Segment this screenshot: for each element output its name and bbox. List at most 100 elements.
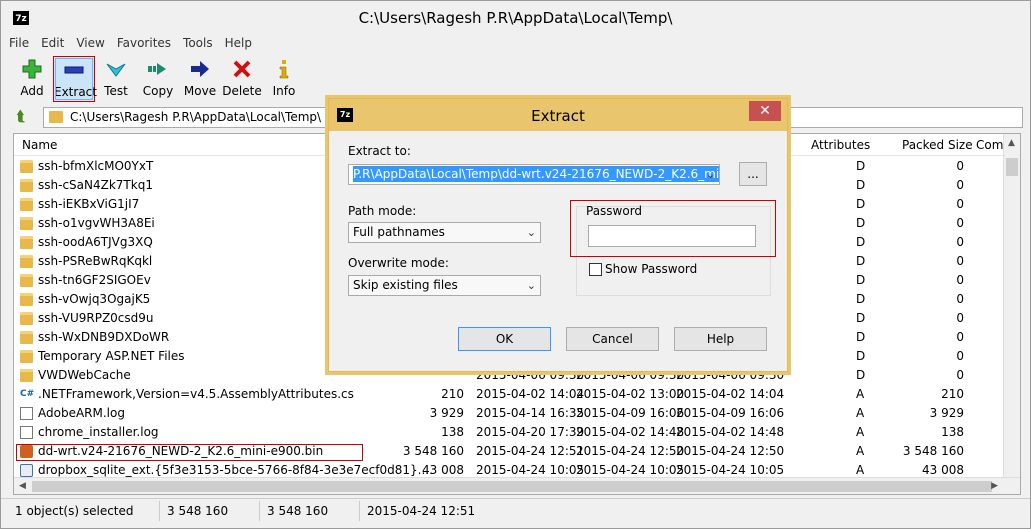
extract-button[interactable]: Extract — [53, 56, 97, 102]
file-attributes: A — [856, 387, 865, 401]
extract-to-combo[interactable]: P.R\AppData\Local\Temp\dd-wrt.v24-21676_… — [348, 164, 720, 185]
file-name: ssh-tn6GF2SIGOEv — [38, 273, 151, 287]
folder-icon — [20, 331, 33, 344]
file-attributes: D — [856, 235, 866, 249]
info-icon — [263, 56, 305, 82]
overwrite-mode-select[interactable]: Skip existing files ⌄ — [348, 275, 541, 296]
file-packed-size: 138 — [941, 425, 964, 439]
file-name: VWDWebCache — [38, 368, 131, 382]
file-created: 2015-04-09 16:06 — [576, 406, 685, 420]
file-attributes: D — [856, 292, 866, 306]
scroll-right-icon[interactable]: ▶ — [991, 481, 998, 491]
status-bar: 1 object(s) selected 3 548 160 3 548 160… — [1, 498, 1030, 522]
folder-icon — [20, 350, 33, 363]
copy-icon — [137, 56, 179, 82]
menu-help[interactable]: Help — [225, 36, 252, 54]
help-button[interactable]: Help — [674, 327, 767, 351]
browse-button[interactable]: ... — [739, 162, 767, 186]
folder-icon — [20, 255, 33, 268]
file-attributes: D — [856, 216, 866, 230]
col-attributes[interactable]: Attributes — [811, 138, 870, 152]
extract-label: Extract — [54, 85, 97, 99]
extract-to-label: Extract to: — [348, 144, 411, 158]
chevron-down-icon[interactable]: ⌄ — [527, 276, 536, 295]
test-button[interactable]: Test — [95, 56, 137, 102]
file-accessed: 2015-04-09 16:06 — [676, 406, 785, 420]
highlight-box — [16, 444, 363, 461]
status-selected: 1 object(s) selected — [15, 504, 134, 518]
path-mode-select[interactable]: Full pathnames ⌄ — [348, 222, 541, 243]
show-password-checkbox[interactable] — [589, 263, 602, 276]
folder-icon — [20, 293, 33, 306]
file-icon — [20, 464, 33, 477]
menu-file[interactable]: File — [9, 36, 29, 54]
move-label: Move — [183, 84, 217, 98]
file-name: ssh-WxDNB9DXDoWR — [38, 330, 170, 344]
folder-icon — [20, 369, 33, 382]
move-button[interactable]: Move — [179, 56, 221, 102]
dialog-title: Extract — [531, 107, 585, 125]
file-name: ssh-oodA6TJVg3XQ — [38, 235, 153, 249]
scroll-up-icon[interactable]: ▲ — [1008, 138, 1015, 148]
file-packed-size: 3 548 160 — [902, 444, 964, 458]
col-packed-size[interactable]: Packed Size — [902, 138, 973, 152]
menu-favorites[interactable]: Favorites — [117, 36, 171, 54]
extract-to-value: P.R\AppData\Local\Temp\dd-wrt.v24-21676_… — [353, 166, 719, 182]
delete-label: Delete — [222, 84, 262, 98]
file-packed-size: 0 — [956, 330, 964, 344]
overwrite-mode-label: Overwrite mode: — [348, 256, 449, 270]
chevron-down-icon[interactable]: ⌄ — [527, 223, 536, 242]
menu-tools[interactable]: Tools — [183, 36, 213, 54]
show-password-label: Show Password — [605, 262, 698, 276]
file-name: Temporary ASP.NET Files — [38, 349, 185, 363]
menu-view[interactable]: View — [76, 36, 104, 54]
file-name: ssh-VU9RPZ0csd9u — [38, 311, 154, 325]
file-name: ssh-iEKBxViG1jI7 — [38, 197, 140, 211]
table-row[interactable]: AdobeARM.log 3 929 2015-04-14 16:35 2015-04… — [14, 404, 1004, 423]
col-name[interactable]: Name — [22, 138, 57, 152]
vertical-scrollbar[interactable]: ▲ — [1003, 134, 1020, 477]
file-modified: 2015-04-02 14:04 — [476, 387, 585, 401]
ok-button[interactable]: OK — [458, 327, 551, 351]
copy-button[interactable]: Copy — [137, 56, 179, 102]
menu-bar: File Edit View Favorites Tools Help — [9, 36, 264, 54]
file-attributes: D — [856, 311, 866, 325]
close-icon[interactable]: ✕ — [749, 101, 781, 121]
status-size: 3 548 160 — [167, 504, 229, 518]
status-modified: 2015-04-24 12:51 — [367, 504, 476, 518]
table-row[interactable]: C# .NETFramework,Version=v4.5.AssemblyAtt… — [14, 385, 1004, 404]
test-icon — [95, 56, 137, 82]
table-row[interactable]: chrome_installer.log 138 2015-04-20 17:39 2… — [14, 423, 1004, 442]
file-packed-size: 0 — [956, 273, 964, 287]
file-attributes: D — [856, 349, 866, 363]
move-icon — [179, 56, 221, 82]
test-label: Test — [104, 84, 128, 98]
file-icon — [20, 426, 33, 439]
horizontal-scroll-thumb[interactable] — [32, 481, 992, 492]
file-packed-size: 0 — [956, 292, 964, 306]
cancel-button[interactable]: Cancel — [566, 327, 659, 351]
info-button[interactable]: Info — [263, 56, 305, 102]
chevron-down-icon[interactable]: ⌄ — [706, 165, 715, 184]
path-mode-value: Full pathnames — [353, 225, 445, 239]
file-name: ssh-vOwjq3OgajK5 — [38, 292, 151, 306]
file-packed-size: 0 — [956, 178, 964, 192]
file-attributes: D — [856, 330, 866, 344]
scroll-left-icon[interactable]: ◀ — [19, 481, 26, 491]
file-size: 3 929 — [429, 406, 464, 420]
delete-button[interactable]: Delete — [221, 56, 263, 102]
horizontal-scrollbar[interactable]: ◀ ▶ — [14, 477, 1020, 494]
file-attributes: A — [856, 406, 865, 420]
toolbar: Add Extract Test Copy Move Delete Info — [11, 56, 305, 104]
vertical-scroll-thumb[interactable] — [1006, 158, 1018, 176]
file-name: .NETFramework,Version=v4.5.AssemblyAttri… — [38, 387, 354, 401]
password-input[interactable] — [588, 225, 756, 247]
file-name: ssh-o1vgvWH3A8Ei — [38, 216, 155, 230]
menu-edit[interactable]: Edit — [41, 36, 64, 54]
password-label: Password — [586, 204, 643, 218]
file-attributes: D — [856, 197, 866, 211]
add-button[interactable]: Add — [11, 56, 53, 102]
up-folder-icon[interactable]: ⮬ — [17, 109, 33, 125]
window-title: C:\Users\Ragesh P.R\AppData\Local\Temp\ — [358, 9, 673, 27]
file-modified: 2015-04-24 12:51 — [476, 444, 585, 458]
